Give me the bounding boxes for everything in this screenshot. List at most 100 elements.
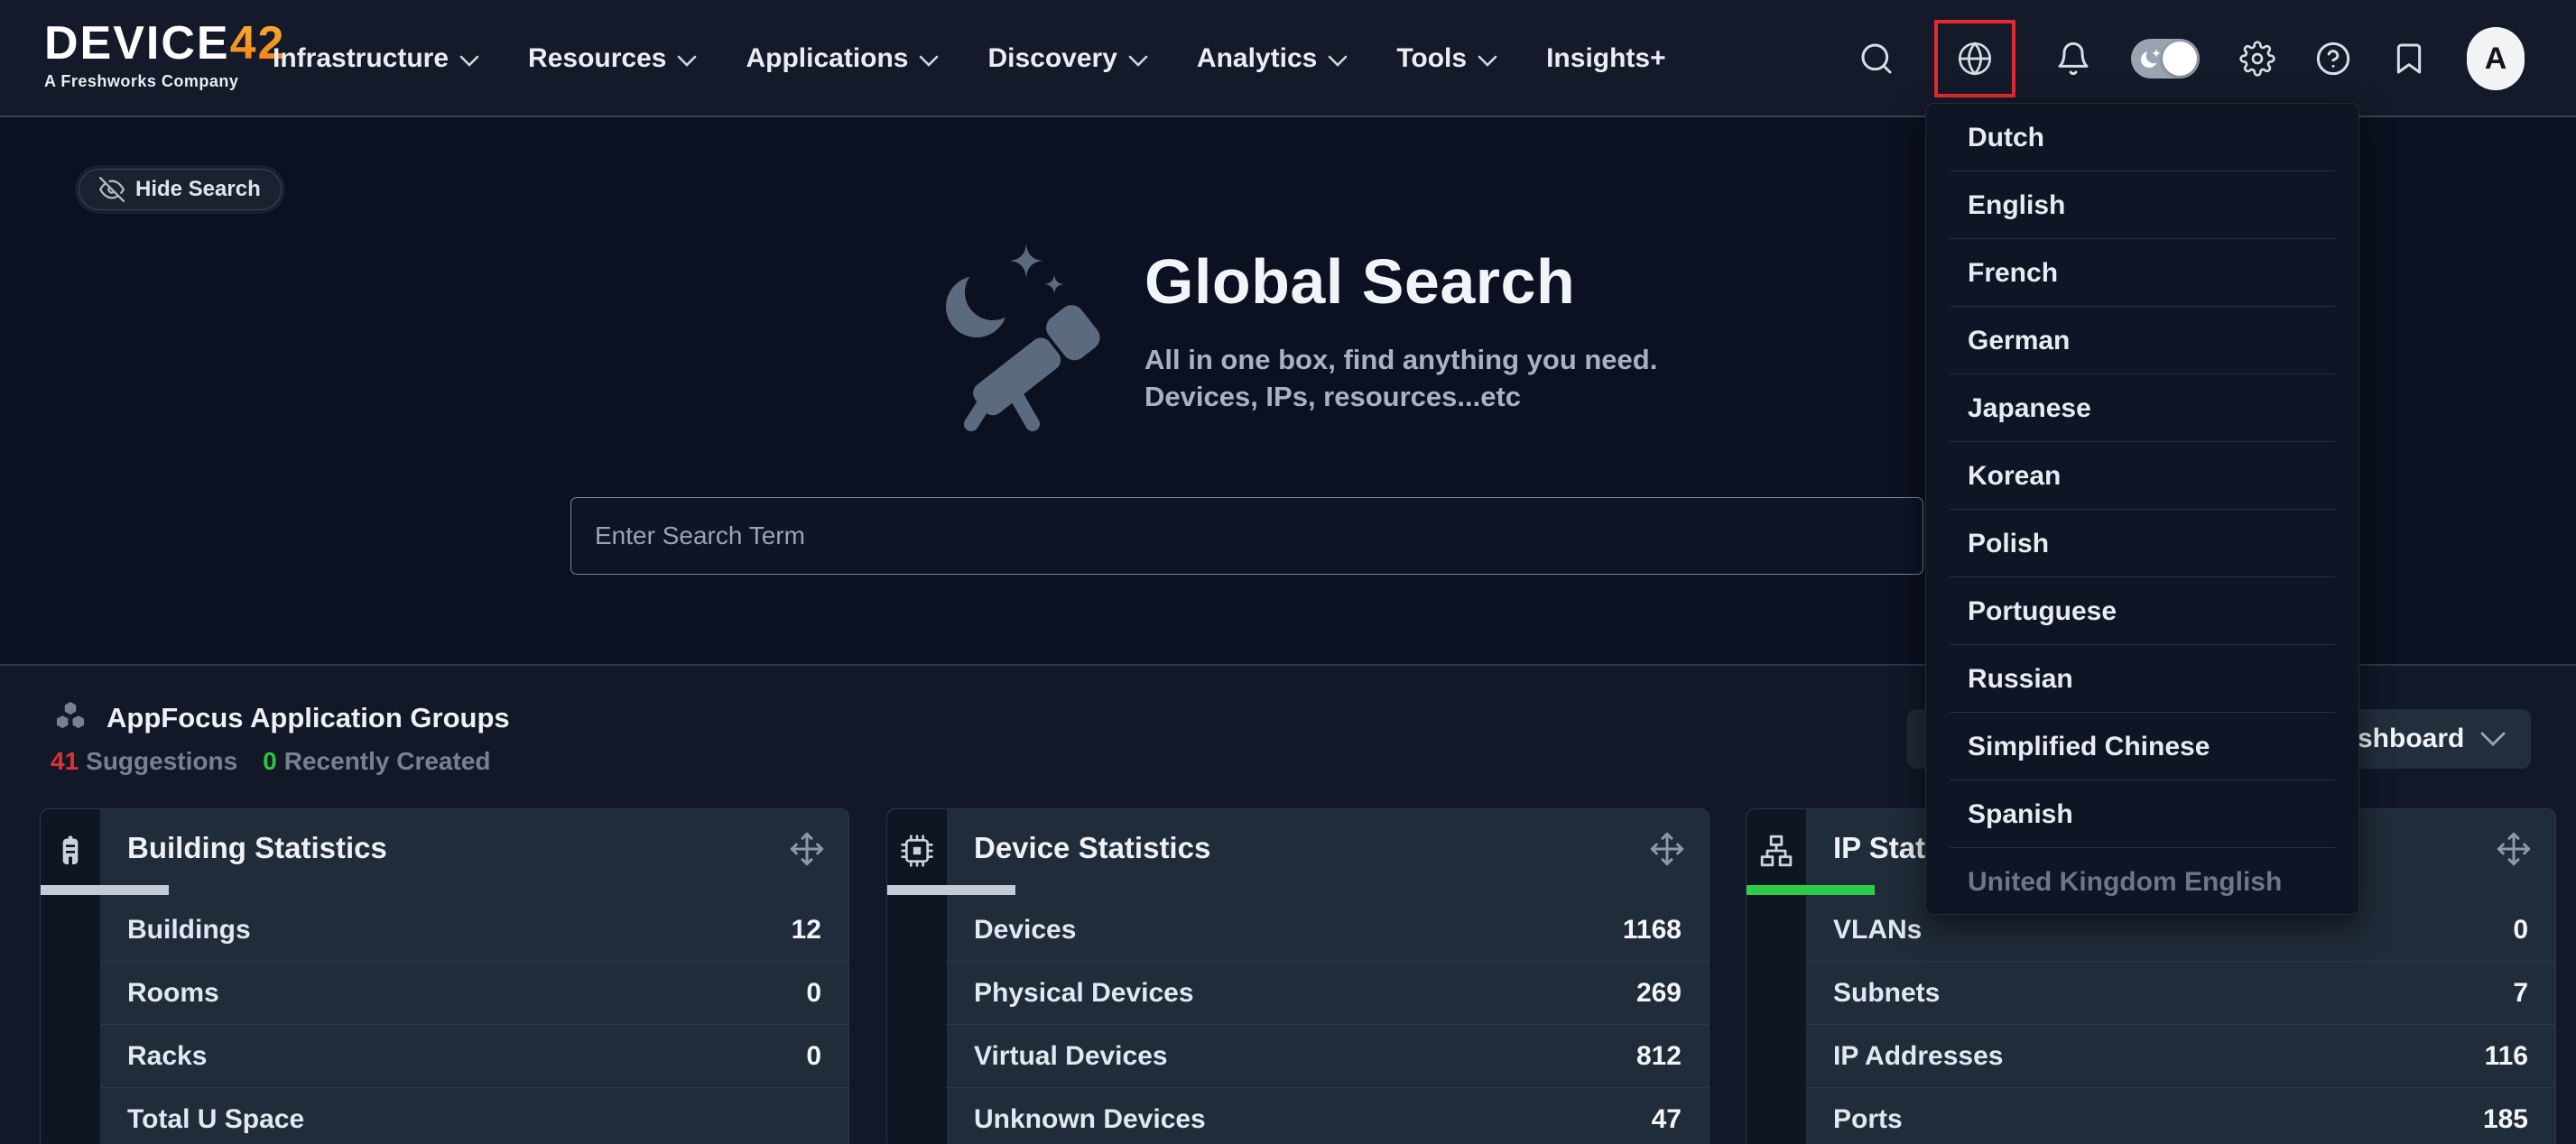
stat-label: Ports: [1833, 1104, 1903, 1135]
card-accent-bar: [1747, 885, 1875, 895]
top-navbar: DEVICE42 A Freshworks Company Infrastruc…: [0, 0, 2576, 117]
globe-icon[interactable]: [1957, 41, 1993, 77]
language-option[interactable]: French: [1926, 239, 2358, 307]
building-statistics-card: Building Statistics Buildings 12 Rooms 0…: [40, 808, 849, 1144]
sitemap-icon: [1758, 833, 1794, 869]
bookmark-icon[interactable]: [2391, 41, 2427, 77]
card-accent-bar: [887, 885, 1015, 895]
card-accent-bar: [41, 885, 169, 895]
stat-row: Ports 185: [1806, 1088, 2555, 1144]
card-title: Device Statistics: [974, 831, 1210, 865]
stat-row: Subnets 7: [1806, 962, 2555, 1025]
stat-row: Virtual Devices 812: [947, 1025, 1709, 1088]
building-icon: [52, 833, 88, 869]
language-option[interactable]: Dutch: [1926, 104, 2358, 171]
language-option[interactable]: Russian: [1926, 645, 2358, 713]
main-menu: Infrastructure Resources Applications Di…: [273, 0, 1666, 117]
language-option[interactable]: Polish: [1926, 510, 2358, 577]
appfocus-title: AppFocus Application Groups: [107, 702, 510, 734]
menu-item-analytics[interactable]: Analytics: [1197, 43, 1348, 74]
language-dropdown: Dutch English French German Japanese Kor…: [1925, 103, 2359, 915]
card-icon-strip: [887, 809, 947, 1144]
stat-row: Rooms 0: [100, 962, 848, 1025]
stat-value: 0: [2513, 915, 2528, 946]
navbar-actions: A: [1858, 0, 2525, 117]
card-title: Building Statistics: [127, 831, 387, 865]
avatar[interactable]: A: [2467, 27, 2525, 90]
move-icon[interactable]: [2496, 831, 2532, 867]
appfocus-section: AppFocus Application Groups 41 Suggestio…: [51, 698, 510, 776]
dark-mode-toggle[interactable]: [2131, 39, 2200, 78]
recent-count: 0: [263, 747, 277, 776]
hide-search-button[interactable]: Hide Search: [79, 169, 282, 210]
telescope-icon: [939, 236, 1106, 435]
chevron-down-icon: [459, 55, 479, 67]
bell-icon[interactable]: [2055, 41, 2091, 77]
stat-row: Unknown Devices 47: [947, 1088, 1709, 1144]
stat-value: 1168: [1623, 915, 1682, 946]
move-icon[interactable]: [1649, 831, 1685, 867]
chip-icon: [899, 833, 935, 869]
device42-logo[interactable]: DEVICE42 A Freshworks Company: [44, 20, 285, 91]
stat-value: 12: [792, 915, 821, 946]
card-rows: VLANs 0 Subnets 7 IP Addresses 116 Ports…: [1806, 899, 2555, 1144]
card-rows: Devices 1168 Physical Devices 269 Virtua…: [947, 899, 1709, 1144]
appfocus-stats: 41 Suggestions 0 Recently Created: [51, 747, 510, 776]
card-icon-strip: [1747, 809, 1806, 1144]
hide-search-label: Hide Search: [135, 177, 261, 202]
stat-label: Buildings: [127, 915, 251, 946]
hero-subtitle: All in one box, find anything you need. …: [1144, 341, 1657, 415]
card-rows: Buildings 12 Rooms 0 Racks 0 Total U Spa…: [100, 899, 848, 1144]
brand-tagline: A Freshworks Company: [44, 72, 285, 91]
stat-label: VLANs: [1833, 915, 1922, 946]
suggestions-label: Suggestions: [86, 747, 237, 776]
stat-value: 0: [806, 1041, 821, 1072]
stat-label: Virtual Devices: [974, 1041, 1168, 1072]
stat-label: Devices: [974, 915, 1076, 946]
suggestions-count: 41: [51, 747, 79, 776]
menu-item-insights[interactable]: Insights+: [1546, 43, 1666, 74]
stat-value: 7: [2513, 978, 2528, 1009]
hero-title: Global Search: [1144, 245, 1657, 318]
chevron-down-icon: [1478, 55, 1497, 67]
stat-label: Total U Space: [127, 1104, 304, 1135]
globe-highlight-box: [1934, 20, 2015, 97]
stat-row: Physical Devices 269: [947, 962, 1709, 1025]
language-option[interactable]: English: [1926, 171, 2358, 239]
device-statistics-card: Device Statistics Devices 1168 Physical …: [886, 808, 1710, 1144]
chevron-down-icon: [677, 55, 697, 67]
cubes-icon: [51, 698, 90, 738]
language-option[interactable]: Portuguese: [1926, 577, 2358, 645]
language-option[interactable]: Spanish: [1926, 780, 2358, 848]
stat-label: Racks: [127, 1041, 207, 1072]
move-icon[interactable]: [789, 831, 825, 867]
language-option[interactable]: German: [1926, 307, 2358, 374]
help-icon[interactable]: [2315, 41, 2351, 77]
stat-row: Devices 1168: [947, 899, 1709, 962]
language-option[interactable]: Japanese: [1926, 374, 2358, 442]
menu-item-tools[interactable]: Tools: [1396, 43, 1497, 74]
stat-row: Racks 0: [100, 1025, 848, 1088]
stat-label: Physical Devices: [974, 978, 1194, 1009]
menu-item-resources[interactable]: Resources: [528, 43, 697, 74]
stat-label: Subnets: [1833, 978, 1940, 1009]
eye-off-icon: [99, 177, 125, 202]
search-input[interactable]: [570, 497, 1923, 575]
brand-text: DEVICE42: [44, 20, 285, 67]
stat-value: 0: [806, 978, 821, 1009]
gear-icon[interactable]: [2239, 41, 2275, 77]
search-icon[interactable]: [1858, 41, 1895, 77]
card-icon-strip: [41, 809, 100, 1144]
stat-value: 116: [2485, 1041, 2528, 1072]
menu-item-applications[interactable]: Applications: [746, 43, 939, 74]
chevron-down-icon: [1128, 55, 1148, 67]
stat-value: 269: [1636, 978, 1682, 1009]
recent-label: Recently Created: [284, 747, 491, 776]
toggle-knob: [2163, 42, 2197, 76]
chevron-down-icon: [2480, 732, 2506, 747]
language-option[interactable]: Korean: [1926, 442, 2358, 510]
stat-label: Unknown Devices: [974, 1104, 1206, 1135]
menu-item-discovery[interactable]: Discovery: [987, 43, 1147, 74]
menu-item-infrastructure[interactable]: Infrastructure: [273, 43, 479, 74]
language-option[interactable]: Simplified Chinese: [1926, 713, 2358, 780]
